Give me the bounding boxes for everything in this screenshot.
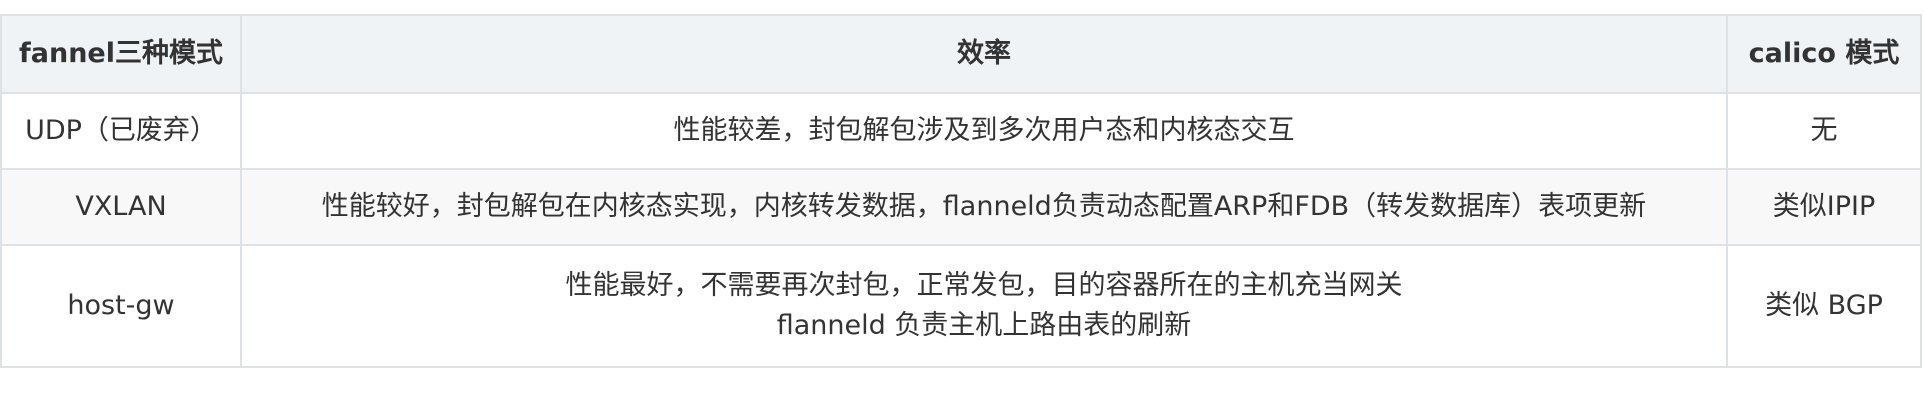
header-row: fannel三种模式 效率 calico 模式 xyxy=(0,14,1922,94)
cell-mode: host-gw xyxy=(0,244,242,368)
table-header: fannel三种模式 效率 calico 模式 xyxy=(0,14,1922,94)
cell-calico: 无 xyxy=(1726,92,1922,170)
efficiency-line: 性能最好，不需要再次封包，正常发包，目的容器所在的主机充当网关 xyxy=(565,270,1403,301)
header-calico-mode: calico 模式 xyxy=(1726,14,1922,94)
table-body: UDP（已废弃） 性能较差，封包解包涉及到多次用户态和内核态交互 无 VXLAN… xyxy=(0,92,1922,368)
efficiency-line: flanneld 负责主机上路由表的刷新 xyxy=(776,310,1192,341)
comparison-table-container: fannel三种模式 效率 calico 模式 UDP（已废弃） 性能较差，封包… xyxy=(0,14,1922,368)
table-row: VXLAN 性能较好，封包解包在内核态实现，内核转发数据，flanneld负责动… xyxy=(0,168,1922,246)
header-flannel-mode: fannel三种模式 xyxy=(0,14,242,94)
header-efficiency: 效率 xyxy=(240,14,1728,94)
cell-mode: UDP（已废弃） xyxy=(0,92,242,170)
cell-calico: 类似 BGP xyxy=(1726,244,1922,368)
flannel-calico-comparison-table: fannel三种模式 效率 calico 模式 UDP（已废弃） 性能较差，封包… xyxy=(0,14,1922,368)
efficiency-line: 性能较差，封包解包涉及到多次用户态和内核态交互 xyxy=(673,115,1295,146)
table-row: UDP（已废弃） 性能较差，封包解包涉及到多次用户态和内核态交互 无 xyxy=(0,92,1922,170)
efficiency-line: 性能较好，封包解包在内核态实现，内核转发数据，flanneld负责动态配置ARP… xyxy=(321,191,1647,222)
cell-efficiency: 性能较差，封包解包涉及到多次用户态和内核态交互 xyxy=(240,92,1728,170)
cell-mode: VXLAN xyxy=(0,168,242,246)
table-row: host-gw 性能最好，不需要再次封包，正常发包，目的容器所在的主机充当网关 … xyxy=(0,244,1922,368)
cell-efficiency: 性能较好，封包解包在内核态实现，内核转发数据，flanneld负责动态配置ARP… xyxy=(240,168,1728,246)
cell-efficiency: 性能最好，不需要再次封包，正常发包，目的容器所在的主机充当网关 flanneld… xyxy=(240,244,1728,368)
cell-calico: 类似IPIP xyxy=(1726,168,1922,246)
